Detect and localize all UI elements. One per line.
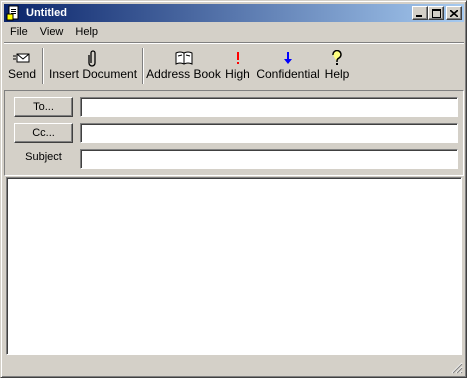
question-icon (332, 50, 342, 65)
close-button[interactable] (446, 6, 462, 20)
menu-bar: File View Help (4, 23, 464, 42)
address-fields-panel: To... Cc... Subject (4, 90, 464, 176)
paperclip-icon (88, 50, 96, 67)
document-icon (6, 5, 19, 21)
menu-file[interactable]: File (4, 23, 34, 42)
send-icon (13, 53, 30, 63)
subject-field[interactable] (80, 149, 458, 169)
book-icon (175, 51, 192, 65)
menu-view[interactable]: View (34, 23, 70, 42)
subject-label: Subject (25, 151, 62, 163)
confidential-label: Confidential (256, 67, 320, 81)
help-label: Help (324, 67, 350, 81)
address-book-button[interactable]: Address Book (146, 49, 221, 85)
minimize-button[interactable] (412, 6, 428, 20)
cc-field[interactable] (80, 123, 458, 143)
menu-help[interactable]: Help (69, 23, 104, 42)
menu-divider (4, 42, 464, 44)
send-label: Send (7, 67, 37, 81)
cc-button[interactable]: Cc... (14, 123, 73, 143)
toolbar-separator (142, 48, 144, 84)
minimize-icon (416, 14, 422, 17)
maximize-icon (431, 8, 441, 18)
high-priority-button[interactable]: High (224, 49, 251, 85)
title-bar[interactable]: Untitled (4, 4, 464, 22)
to-button[interactable]: To... (14, 97, 73, 117)
to-field[interactable] (80, 97, 458, 117)
exclamation-icon (236, 52, 239, 64)
insert-document-label: Insert Document (48, 67, 138, 81)
message-body[interactable] (6, 177, 462, 355)
status-bar (4, 357, 464, 375)
send-button[interactable]: Send (8, 49, 36, 85)
compose-window: Untitled File View Help Send Insert Docu… (0, 0, 467, 378)
insert-document-button[interactable]: Insert Document (48, 49, 138, 85)
toolbar-separator (42, 48, 44, 84)
close-icon (450, 9, 458, 17)
toolbar: Send Insert Document Address Book High C… (4, 45, 464, 87)
high-label: High (225, 67, 250, 81)
window-title: Untitled (26, 7, 67, 19)
resize-grip-icon[interactable] (451, 362, 463, 374)
maximize-button[interactable] (428, 6, 444, 20)
address-book-label: Address Book (146, 67, 221, 81)
help-button[interactable]: Help (324, 49, 350, 85)
confidential-button[interactable]: Confidential (256, 49, 320, 85)
down-arrow-icon (284, 52, 292, 64)
